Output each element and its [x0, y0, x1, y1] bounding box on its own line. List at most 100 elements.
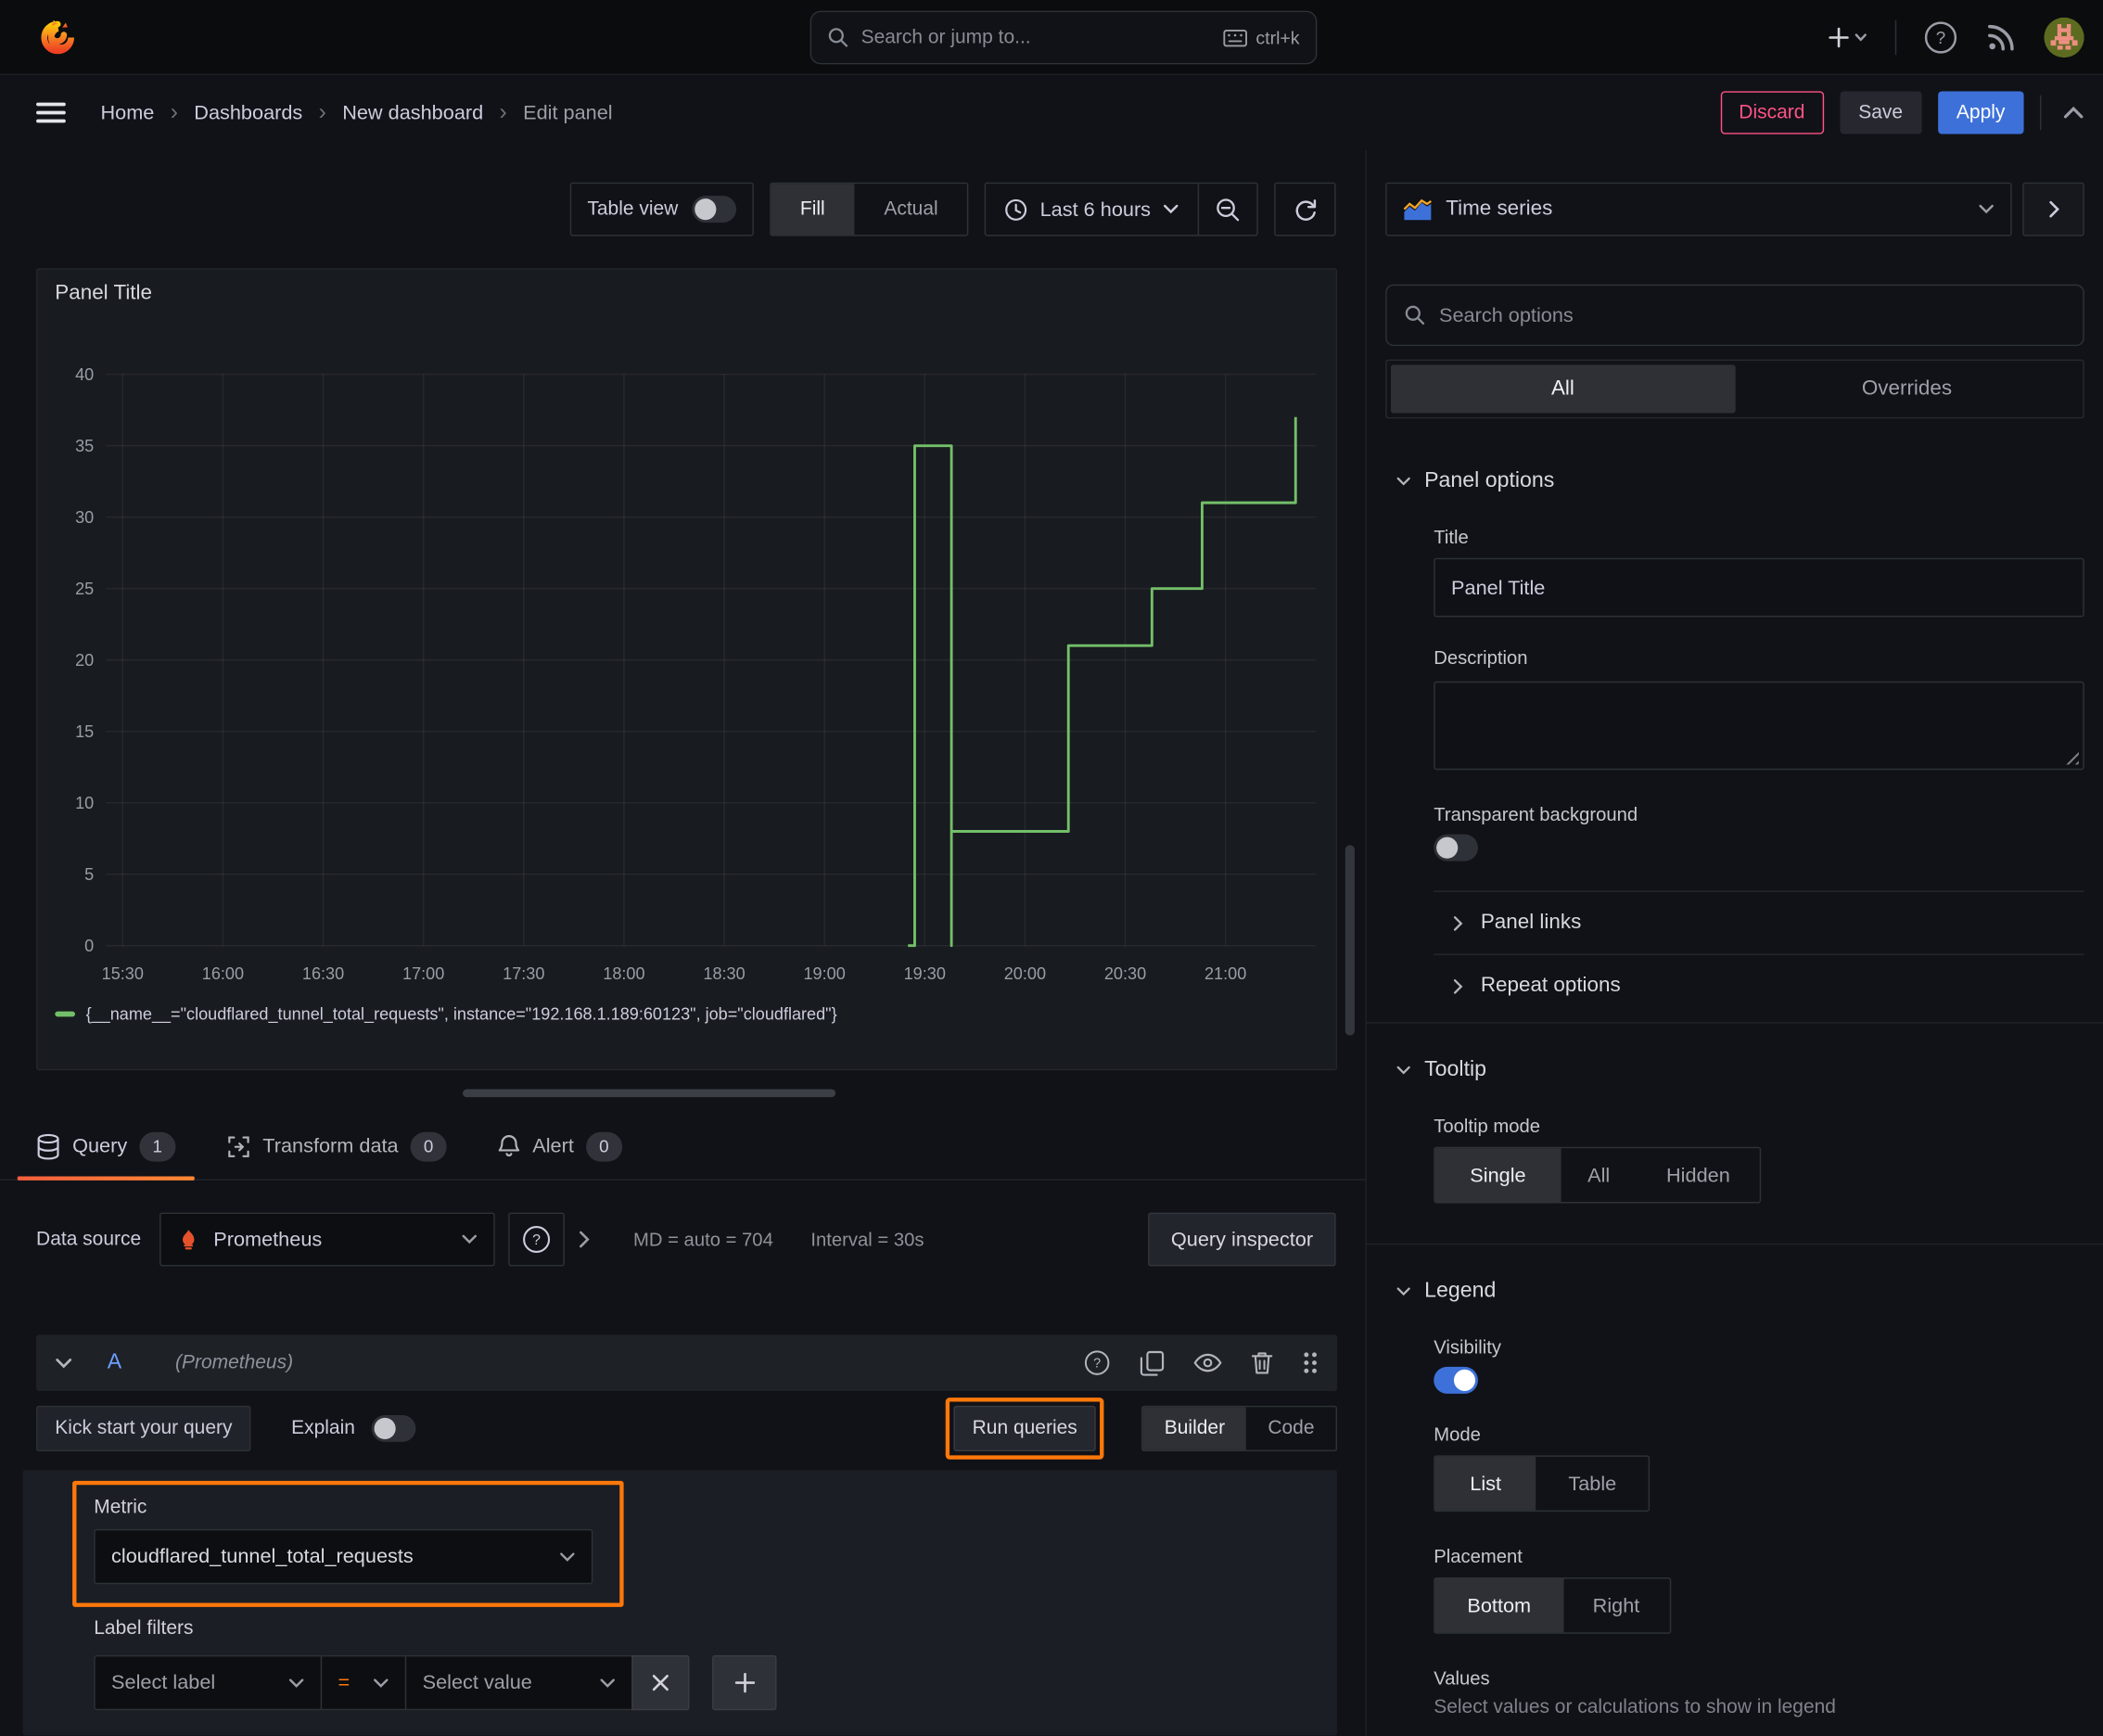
panel-options-heading[interactable]: Panel options: [1396, 469, 2084, 493]
collapse-options-button[interactable]: [2063, 106, 2084, 119]
tooltip-heading[interactable]: Tooltip: [1396, 1058, 2084, 1082]
time-range-picker[interactable]: Last 6 hours: [987, 198, 1198, 221]
breadcrumb-new-dashboard[interactable]: New dashboard: [342, 101, 483, 124]
svg-text:19:00: 19:00: [804, 964, 846, 983]
chevron-down-icon[interactable]: [55, 1357, 72, 1369]
svg-text:35: 35: [75, 437, 94, 455]
options-search-input[interactable]: [1439, 303, 2066, 327]
options-search-box[interactable]: [1385, 284, 2084, 347]
resize-handle[interactable]: [2065, 751, 2079, 765]
svg-text:30: 30: [75, 508, 94, 527]
help-button[interactable]: ?: [1923, 19, 1958, 55]
datasource-picker[interactable]: Prometheus: [159, 1212, 496, 1267]
chart-legend: {__name__="cloudflared_tunnel_total_requ…: [55, 1004, 837, 1024]
drag-handle-icon[interactable]: [1302, 1351, 1318, 1375]
query-inspector-button[interactable]: Query inspector: [1148, 1212, 1336, 1267]
tab-transform-data[interactable]: Transform data 0: [208, 1114, 465, 1180]
tooltip-mode-all[interactable]: All: [1561, 1148, 1637, 1202]
add-filter-button[interactable]: [712, 1654, 777, 1711]
global-search-input[interactable]: [860, 26, 1212, 49]
tooltip-mode-single[interactable]: Single: [1434, 1148, 1561, 1203]
operator-dropdown[interactable]: =: [320, 1654, 407, 1711]
svg-text:20:30: 20:30: [1104, 964, 1146, 983]
series-legend-label[interactable]: {__name__="cloudflared_tunnel_total_requ…: [86, 1004, 837, 1023]
svg-text:18:30: 18:30: [703, 964, 745, 983]
svg-text:25: 25: [75, 580, 94, 598]
discard-button[interactable]: Discard: [1720, 91, 1824, 134]
legend-placement-right[interactable]: Right: [1563, 1578, 1669, 1632]
table-view-toggle[interactable]: [691, 196, 736, 223]
datasource-label: Data source: [36, 1228, 142, 1251]
zoom-out-button[interactable]: [1197, 184, 1257, 236]
code-option[interactable]: Code: [1246, 1407, 1335, 1449]
svg-text:17:00: 17:00: [402, 964, 444, 983]
breadcrumb-dashboards[interactable]: Dashboards: [194, 101, 302, 124]
legend-heading[interactable]: Legend: [1396, 1280, 2084, 1304]
svg-text:15: 15: [75, 722, 94, 741]
rss-icon: [1988, 24, 2014, 50]
menu-toggle-button[interactable]: [36, 102, 66, 123]
chevron-down-icon: [1396, 1066, 1410, 1075]
global-search-box[interactable]: ctrl+k: [809, 10, 1318, 65]
tooltip-mode-hidden[interactable]: Hidden: [1637, 1148, 1759, 1202]
metric-select[interactable]: cloudflared_tunnel_total_requests: [94, 1528, 593, 1585]
panel-title: Panel Title: [55, 281, 153, 305]
chevron-down-icon: [1396, 1287, 1410, 1296]
kick-start-query-button[interactable]: Kick start your query: [36, 1405, 251, 1452]
explain-toggle[interactable]: [371, 1414, 416, 1442]
database-icon: [37, 1133, 59, 1159]
select-label-dropdown[interactable]: Select label: [94, 1654, 323, 1711]
actual-option[interactable]: Actual: [855, 184, 968, 235]
tab-all-options[interactable]: All: [1390, 364, 1735, 414]
duplicate-icon[interactable]: [1140, 1350, 1165, 1375]
news-rss-button[interactable]: [1985, 20, 2018, 53]
chevron-right-icon[interactable]: [579, 1230, 591, 1248]
builder-option[interactable]: Builder: [1142, 1407, 1247, 1450]
save-button[interactable]: Save: [1840, 91, 1922, 134]
panel-title-input[interactable]: [1434, 557, 2084, 618]
viz-suggestions-button[interactable]: [2022, 182, 2084, 236]
options-filter-tabs: All Overrides: [1385, 359, 2084, 419]
series-color-marker[interactable]: [55, 1011, 76, 1017]
refresh-button[interactable]: [1274, 182, 1336, 236]
repeat-options-section[interactable]: Repeat options: [1434, 953, 2084, 1016]
grafana-logo-icon[interactable]: [36, 16, 79, 58]
fill-option[interactable]: Fill: [771, 184, 855, 236]
vertical-scrollbar[interactable]: [1345, 845, 1355, 1036]
time-series-chart[interactable]: 0 5 10 15 20 25 30 35 40 15:30 16:00 16:30 17:00 17:3…: [55, 326, 1320, 996]
trash-icon[interactable]: [1251, 1351, 1273, 1375]
transparent-background-toggle[interactable]: [1434, 834, 1478, 862]
legend-placement-bottom[interactable]: Bottom: [1434, 1578, 1563, 1633]
breadcrumb-separator: ›: [170, 99, 178, 125]
svg-text:20:00: 20:00: [1004, 964, 1046, 983]
legend-mode-table[interactable]: Table: [1536, 1457, 1649, 1511]
select-label-placeholder: Select label: [111, 1671, 216, 1694]
panel-links-section[interactable]: Panel links: [1434, 890, 2084, 953]
remove-filter-button[interactable]: [631, 1654, 690, 1711]
new-menu-button[interactable]: [1828, 26, 1867, 47]
keyboard-icon: [1223, 29, 1248, 46]
description-textarea[interactable]: [1434, 681, 2084, 771]
run-queries-button[interactable]: Run queries: [953, 1405, 1097, 1452]
tab-alert[interactable]: Alert 0: [478, 1114, 641, 1180]
query-row-header[interactable]: A (Prometheus) ?: [36, 1334, 1338, 1391]
eye-icon[interactable]: [1193, 1353, 1222, 1372]
tab-overrides[interactable]: Overrides: [1735, 364, 2079, 413]
chevron-right-icon: [2048, 200, 2059, 218]
legend-mode-list[interactable]: List: [1434, 1456, 1536, 1511]
chevron-down-icon: [1979, 204, 1994, 214]
topbar-divider: [1894, 19, 1897, 55]
metric-value: cloudflared_tunnel_total_requests: [111, 1545, 414, 1568]
help-icon[interactable]: ?: [1084, 1349, 1111, 1376]
legend-visibility-toggle[interactable]: [1434, 1366, 1478, 1394]
datasource-help-button[interactable]: ?: [508, 1212, 566, 1267]
tab-query[interactable]: Query 1: [17, 1114, 195, 1181]
horizontal-scrollbar[interactable]: [463, 1089, 836, 1098]
avatar[interactable]: [2044, 17, 2084, 57]
apply-button[interactable]: Apply: [1937, 91, 2024, 134]
select-value-dropdown[interactable]: Select value: [404, 1654, 633, 1711]
chart-panel[interactable]: Panel Title 0 5 10 15 20 25 30 35 40 15:30 16:00 16…: [36, 268, 1338, 1071]
breadcrumb-home[interactable]: Home: [100, 101, 154, 124]
tab-query-label: Query: [72, 1134, 128, 1158]
visualization-picker[interactable]: Time series: [1385, 182, 2012, 236]
